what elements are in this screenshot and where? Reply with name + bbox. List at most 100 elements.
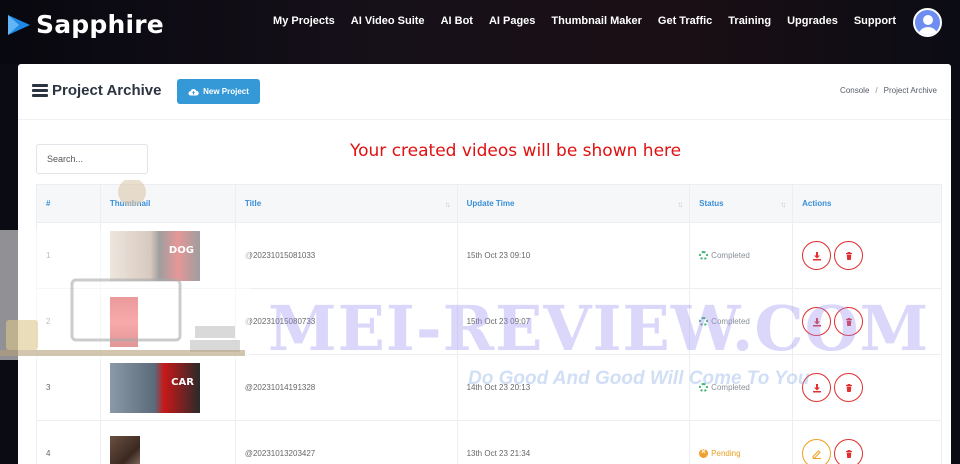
thumbnail-cell: CAR [99,354,236,421]
row-update-time: 13th Oct 23 21:34 [456,420,691,464]
table-row: 3 CAR @20231014191328 14th Oct 23 20:13 … [36,354,942,421]
status-cell: Completed [689,354,794,421]
actions-cell [792,354,942,421]
status-badge: Completed [699,383,783,392]
breadcrumb-separator: / [875,86,878,95]
edit-icon [812,449,821,459]
delete-button[interactable] [834,439,864,464]
row-title: @20231015080733 [234,288,458,355]
row-title: @20231013203427 [234,420,458,464]
nav-training[interactable]: Training [728,15,771,27]
actions-cell [792,288,942,355]
delete-button[interactable] [834,307,864,336]
video-thumbnail[interactable]: CAR [109,362,200,413]
thumbnail-cell [99,420,236,464]
card-header: Project Archive New Project Console / Pr… [18,64,951,120]
row-title: @20231015081033 [234,222,458,289]
download-icon [812,317,821,326]
breadcrumb-console[interactable]: Console [840,86,869,95]
row-title: @20231014191328 [234,354,458,421]
nav-thumbnail-maker[interactable]: Thumbnail Maker [551,15,641,27]
status-cell: Completed [689,288,794,355]
column-title[interactable]: Title ↑↓ [234,184,458,223]
hamburger-menu-icon[interactable] [32,84,48,97]
project-archive-card: Project Archive New Project Console / Pr… [18,64,951,464]
main-nav: My Projects AI Video Suite AI Bot AI Pag… [257,15,896,27]
user-head-icon [923,15,933,25]
actions-cell [792,222,942,289]
download-button[interactable] [802,307,832,336]
new-project-label: New Project [203,87,249,96]
thumbnail-text: CAR [171,376,194,388]
nav-support[interactable]: Support [854,15,896,27]
status-text: Pending [711,449,741,458]
download-icon [812,251,821,260]
row-number: 3 [36,354,101,421]
status-cell: Pending [689,420,794,464]
video-thumbnail[interactable]: DOG [109,230,200,281]
thumbnail-cell: DOG [99,222,236,289]
row-update-time: 15th Oct 23 09:10 [456,222,691,289]
status-badge: Completed [699,317,783,326]
column-update-time[interactable]: Update Time ↑↓ [456,184,691,223]
thumbnail-text: DOG [168,244,194,256]
edit-button[interactable] [802,439,832,464]
column-actions: Actions [792,184,942,223]
sort-icon: ↑↓ [444,200,451,209]
row-number: 4 [36,420,101,464]
column-thumbnail: Thumbnail [99,184,236,223]
nav-ai-pages[interactable]: AI Pages [489,15,535,27]
pending-icon [699,447,709,458]
projects-table: # Thumbnail Title ↑↓ Update Time ↑↓ Status… [36,184,942,464]
spinner-icon [699,317,709,326]
trash-icon [845,251,852,260]
delete-button[interactable] [834,241,864,270]
user-body-icon [918,27,938,35]
table-row: 2 @20231015080733 15th Oct 23 09:07 Comp… [36,288,942,355]
nav-my-projects[interactable]: My Projects [273,15,335,27]
column-number[interactable]: # [36,184,101,223]
sort-icon: ↑↓ [677,200,683,209]
status-badge: Completed [699,251,783,260]
cloud-upload-icon [188,88,199,95]
spinner-icon [699,251,709,260]
nav-upgrades[interactable]: Upgrades [787,15,838,27]
status-cell: Completed [689,222,794,289]
spinner-icon [699,383,709,392]
nav-get-traffic[interactable]: Get Traffic [658,15,712,27]
download-button[interactable] [802,241,832,270]
table-header-row: # Thumbnail Title ↑↓ Update Time ↑↓ Status… [36,184,942,223]
table-row: 4 @20231013203427 13th Oct 23 21:34 Pend… [36,420,942,464]
status-badge: Pending [699,447,783,458]
sort-icon: ↑↓ [780,200,786,209]
brand-logo[interactable]: Sapphire [6,10,164,39]
page-title: Project Archive [52,82,162,99]
delete-button[interactable] [834,373,864,402]
video-thumbnail[interactable] [109,435,140,464]
breadcrumb: Console / Project Archive [840,86,937,95]
brand-name: Sapphire [36,10,164,39]
video-thumbnail[interactable] [109,296,138,347]
row-number: 1 [36,222,101,289]
table-row: 1 DOG @20231015081033 15th Oct 23 09:10 … [36,222,942,289]
nav-ai-video-suite[interactable]: AI Video Suite [351,15,425,27]
new-project-button[interactable]: New Project [177,79,260,104]
nav-ai-bot[interactable]: AI Bot [441,15,473,27]
status-text: Completed [711,383,750,392]
user-avatar[interactable] [913,8,942,37]
column-status[interactable]: Status ↑↓ [689,184,794,223]
download-button[interactable] [802,373,832,402]
trash-icon [845,383,852,392]
breadcrumb-current: Project Archive [883,86,937,95]
download-icon [812,383,821,392]
play-logo-icon [8,14,30,35]
row-update-time: 15th Oct 23 09:07 [456,288,691,355]
empty-notice: Your created videos will be shown here [350,141,682,161]
search-input[interactable] [36,144,148,174]
trash-icon [845,449,852,458]
row-update-time: 14th Oct 23 20:13 [456,354,691,421]
status-text: Completed [711,251,750,260]
row-number: 2 [36,288,101,355]
actions-cell [792,420,942,464]
thumbnail-cell [99,288,236,355]
